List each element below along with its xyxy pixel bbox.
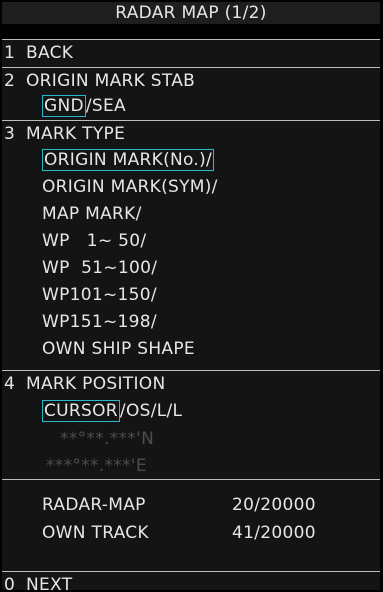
latitude-readout: **°**.***'N [60, 429, 155, 449]
mark-type-own-ship-shape[interactable]: OWN SHIP SHAPE [42, 338, 195, 360]
mark-type-wp-1-50[interactable]: WP 1~ 50/ [42, 230, 146, 252]
stab-option-gnd[interactable]: GND [42, 95, 86, 117]
memory-stats-section: RADAR-MAP 20/20000 OWN TRACK 41/20000 [2, 479, 380, 571]
mark-type-map-mark[interactable]: MAP MARK/ [42, 203, 142, 225]
next-item[interactable]: 0 NEXT [2, 571, 380, 590]
stat-value: 41/20000 [232, 523, 316, 543]
longitude-readout: ***°**.***'E [46, 456, 147, 476]
mark-type-origin-sym[interactable]: ORIGIN MARK(SYM)/ [42, 176, 218, 198]
stat-label: RADAR-MAP [42, 495, 146, 515]
mark-type-section: 3 MARK TYPE ORIGIN MARK(No.)/ ORIGIN MAR… [2, 120, 380, 370]
stat-value: 20/20000 [232, 495, 316, 515]
origin-stab-number: 2 [4, 71, 16, 91]
next-number: 0 [4, 575, 16, 590]
position-option-cursor[interactable]: CURSOR [42, 400, 120, 422]
mark-position-label: MARK POSITION [26, 374, 166, 394]
next-label: NEXT [26, 575, 73, 590]
origin-mark-stab-section: 2 ORIGIN MARK STAB GND/SEA [2, 67, 380, 120]
mark-type-label: MARK TYPE [26, 124, 126, 144]
back-number: 1 [4, 43, 16, 63]
mark-type-number: 3 [4, 124, 16, 144]
radar-map-menu: RADAR MAP (1/2) 1 BACK 2 ORIGIN MARK STA… [2, 2, 380, 590]
stab-option-sea[interactable]: SEA [92, 96, 126, 116]
mark-position-number: 4 [4, 374, 16, 394]
back-item[interactable]: 1 BACK [2, 39, 380, 67]
stat-row-radar-map: RADAR-MAP 20/20000 [2, 494, 380, 516]
back-label: BACK [26, 43, 74, 63]
mark-type-origin-no[interactable]: ORIGIN MARK(No.)/ [42, 149, 215, 171]
mark-type-wp-151-198[interactable]: WP151~198/ [42, 311, 157, 333]
stat-row-own-track: OWN TRACK 41/20000 [2, 522, 380, 544]
stat-label: OWN TRACK [42, 523, 149, 543]
mark-position-section: 4 MARK POSITION CURSOR/OS/L/L **°**.***'… [2, 370, 380, 479]
menu-title: RADAR MAP (1/2) [2, 2, 380, 24]
mark-type-wp-101-150[interactable]: WP101~150/ [42, 284, 157, 306]
mark-type-wp-51-100[interactable]: WP 51~100/ [42, 257, 157, 279]
position-option-os-ll[interactable]: OS/L/L [126, 401, 182, 421]
origin-stab-label: ORIGIN MARK STAB [26, 71, 196, 91]
